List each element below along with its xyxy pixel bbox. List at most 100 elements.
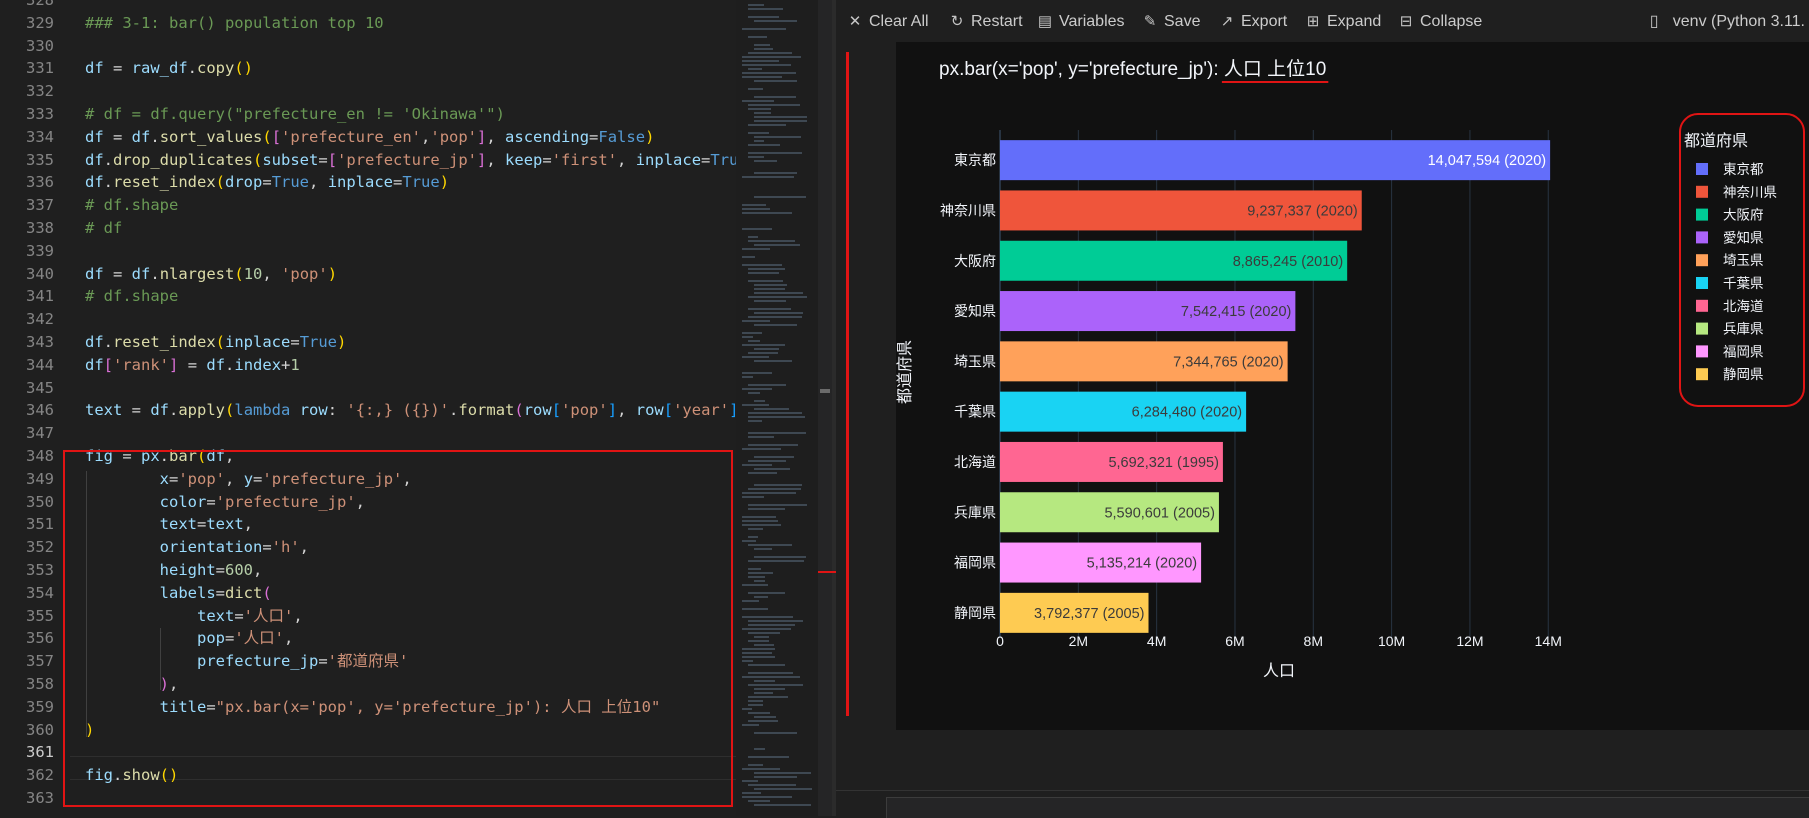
code-line[interactable]: 342: [0, 308, 740, 331]
code-line[interactable]: 336 df.reset_index(drop=True, inplace=Tru…: [0, 171, 740, 194]
code-token: [: [327, 150, 338, 169]
code-token: (: [225, 401, 235, 420]
legend-item-label[interactable]: 東京都: [1723, 162, 1764, 177]
legend-item-label[interactable]: 福岡県: [1723, 344, 1764, 359]
collapse-button[interactable]: ⊟ Collapse: [1397, 12, 1483, 32]
code-line[interactable]: 335 df.drop_duplicates(subset=['prefectur…: [0, 149, 748, 172]
restart-button[interactable]: ↻ Restart: [948, 12, 1023, 32]
code-line[interactable]: 346 text = df.apply(lambda row: '{:,} ({}…: [0, 399, 748, 422]
bar-data-label: 5,692,321 (1995): [1108, 455, 1218, 471]
minimap-line: [748, 420, 763, 422]
code-line[interactable]: 331 df = raw_df.copy(): [0, 57, 740, 80]
code-line[interactable]: 333 # df = df.query("prefecture_en != 'Ok…: [0, 103, 740, 126]
code-token: .: [449, 401, 459, 420]
code-line[interactable]: 337 # df.shape: [0, 194, 740, 217]
editor-scrollbar[interactable]: [818, 0, 832, 816]
minimap-line: [754, 484, 802, 486]
expand-button[interactable]: ⊞ Expand: [1304, 12, 1382, 32]
code-token: [: [663, 401, 674, 420]
code-token: ### 3-1: bar() population top 10: [85, 13, 384, 32]
code-line[interactable]: 332: [0, 80, 740, 103]
code-token: =: [103, 264, 132, 283]
legend-item-label[interactable]: 神奈川県: [1723, 185, 1777, 200]
code-line[interactable]: 344 df['rank'] = df.index+1: [0, 354, 740, 377]
scrollbar-thumb[interactable]: [820, 389, 830, 393]
legend-swatch[interactable]: [1696, 299, 1708, 312]
code-line[interactable]: 339: [0, 240, 740, 263]
code-line[interactable]: 338 # df: [0, 217, 740, 240]
legend-item-label[interactable]: 北海道: [1723, 299, 1764, 314]
y-tick-label: 愛知県: [954, 303, 996, 319]
legend-swatch[interactable]: [1696, 345, 1708, 358]
save-button[interactable]: ✎ Save: [1141, 12, 1201, 32]
code-text: df['rank'] = df.index+1: [85, 354, 300, 377]
variables-label: Variables: [1059, 13, 1125, 30]
legend-item-label[interactable]: 埼玉県: [1723, 253, 1764, 268]
minimap-line: [748, 104, 800, 106]
code-token: df: [85, 59, 104, 78]
code-editor[interactable]: 328 329 ### 3-1: bar() population top 10 33…: [0, 0, 748, 816]
code-line[interactable]: 328: [0, 0, 740, 12]
minimap-line: [742, 228, 773, 230]
clear-all-button[interactable]: ✕ Clear All: [846, 12, 929, 32]
legend-swatch[interactable]: [1696, 368, 1708, 381]
export-button[interactable]: ↗ Export: [1218, 12, 1288, 32]
bar-chart[interactable]: 0 2M 4M 6M 8M 10M 12M 14M 東京都 14,047,594 (2020) 神奈…: [896, 42, 1809, 730]
code-token: +: [281, 355, 291, 374]
collapse-icon: ⊟: [1399, 13, 1413, 30]
legend-swatch[interactable]: [1696, 254, 1708, 267]
code-line[interactable]: 330: [0, 35, 740, 58]
code-token: raw_df: [131, 59, 188, 78]
minimap-line: [748, 444, 798, 446]
legend-swatch[interactable]: [1696, 277, 1708, 289]
code-line[interactable]: 340 df = df.nlargest(10, 'pop'): [0, 263, 740, 286]
code-token: =: [122, 401, 151, 420]
code-line[interactable]: 343 df.reset_index(inplace=True): [0, 331, 740, 354]
minimap-line: [754, 556, 807, 558]
bar-data-label: 3,792,377 (2005): [1034, 606, 1144, 622]
minimap-line: [754, 160, 778, 162]
code-token: .: [103, 150, 114, 169]
plot-output[interactable]: 0 2M 4M 6M 8M 10M 12M 14M 東京都 14,047,594 (2020) 神奈…: [896, 42, 1809, 730]
code-token: ]: [477, 150, 487, 169]
code-input-box[interactable]: [886, 797, 1809, 818]
bar-data-label: 9,237,337 (2020): [1247, 203, 1357, 219]
minimap-line: [748, 68, 762, 70]
x-axis-title: 人口: [1263, 662, 1295, 680]
legend-item-label[interactable]: 静岡県: [1723, 367, 1764, 382]
code-token: ): [327, 264, 338, 283]
code-line[interactable]: 334 df = df.sort_values(['prefecture_en',…: [0, 126, 740, 149]
legend-item-label[interactable]: 大阪府: [1723, 208, 1764, 223]
minimap[interactable]: [736, 0, 818, 816]
line-number: 328: [26, 0, 54, 9]
code-token: 'pop': [430, 127, 478, 146]
code-line[interactable]: 341 # df.shape: [0, 285, 740, 308]
code-token: 'prefecture_en': [281, 127, 422, 146]
code-token: # df = df.query("prefecture_en != 'Okina…: [85, 105, 505, 123]
minimap-line: [748, 108, 772, 110]
code-token: df: [206, 355, 226, 374]
legend-item-label[interactable]: 兵庫県: [1723, 322, 1764, 337]
variables-button[interactable]: ▤ Variables: [1036, 12, 1125, 32]
kernel-picker[interactable]: ▯ venv (Python 3.11.: [1650, 12, 1805, 32]
code-token: drop: [225, 173, 263, 192]
code-line[interactable]: 347: [0, 422, 740, 445]
minimap-line: [742, 608, 769, 610]
minimap-line: [748, 52, 792, 54]
code-token: =: [262, 173, 272, 192]
legend-item-label[interactable]: 千葉県: [1723, 276, 1764, 291]
legend-swatch[interactable]: [1696, 231, 1708, 244]
legend-swatch[interactable]: [1696, 208, 1708, 221]
legend-swatch[interactable]: [1696, 322, 1708, 335]
collapse-label: Collapse: [1420, 13, 1483, 30]
code-line[interactable]: 329 ### 3-1: bar() population top 10: [0, 12, 740, 35]
y-tick-label: 神奈川県: [940, 202, 996, 218]
code-line[interactable]: 345: [0, 377, 740, 400]
legend-swatch[interactable]: [1696, 185, 1708, 198]
legend-swatch[interactable]: [1696, 163, 1708, 175]
bar-data-label: 6,284,480 (2020): [1132, 405, 1242, 421]
legend-item-label[interactable]: 愛知県: [1723, 229, 1764, 245]
legend[interactable]: 東京都神奈川県大阪府愛知県埼玉県千葉県北海道兵庫県福岡県静岡県: [1696, 162, 1777, 382]
minimap-line: [754, 776, 798, 778]
minimap-line: [754, 788, 813, 790]
